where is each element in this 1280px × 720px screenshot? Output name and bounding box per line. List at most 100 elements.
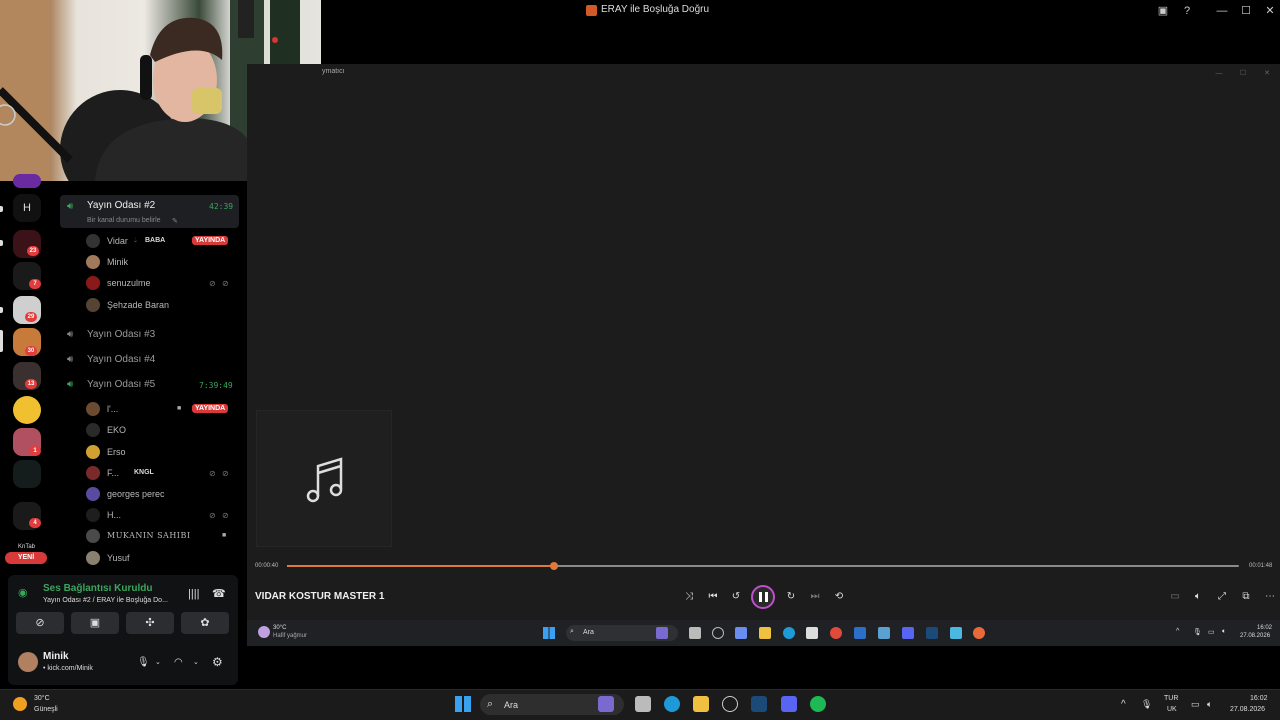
player-minimize-button[interactable]: — bbox=[1211, 66, 1227, 82]
settings-gear-icon[interactable]: ⚙ bbox=[212, 655, 223, 669]
media-player bbox=[247, 64, 1280, 646]
headphones-options-chevron-icon[interactable]: ⌄ bbox=[193, 658, 199, 666]
headphones-icon[interactable]: ◠ bbox=[174, 657, 183, 668]
volume-icon[interactable]: 🔈︎ bbox=[1191, 590, 1205, 604]
keyboard-lang-2[interactable]: UK bbox=[1167, 706, 1177, 713]
speaker-icon: 🔊︎ bbox=[67, 354, 74, 365]
fullscreen-icon[interactable]: ⤢ bbox=[1215, 590, 1229, 604]
inner-chess-icon[interactable] bbox=[712, 627, 724, 639]
inner-file-explorer-icon[interactable] bbox=[759, 627, 771, 639]
chess-icon[interactable] bbox=[722, 696, 738, 712]
volume-icon[interactable]: 🔈︎ bbox=[1207, 699, 1212, 710]
channel-item-yayin-3[interactable]: Yayın Odası #3 bbox=[87, 329, 155, 340]
screen-share-button[interactable]: ▣ bbox=[71, 612, 119, 634]
inner-volume-icon[interactable]: 🔈︎ bbox=[1222, 628, 1226, 636]
inner-discord-icon[interactable] bbox=[902, 627, 914, 639]
disconnect-icon[interactable]: ☎ bbox=[212, 587, 226, 600]
windows-start-icon[interactable] bbox=[455, 696, 471, 712]
server-icon-emoji[interactable] bbox=[13, 396, 41, 424]
server-icon-top[interactable] bbox=[13, 174, 41, 188]
member-name[interactable]: H... bbox=[107, 510, 121, 520]
member-name[interactable]: l'... bbox=[107, 404, 118, 414]
notification-icon[interactable]: ▣ bbox=[1155, 3, 1171, 19]
pause-icon bbox=[758, 592, 762, 602]
network-icon[interactable]: ▭ bbox=[1191, 699, 1200, 710]
inner-windows-start-icon[interactable] bbox=[543, 627, 555, 639]
tray-chevron-icon[interactable]: ^ bbox=[1121, 699, 1126, 710]
server-icon-8[interactable] bbox=[13, 460, 41, 488]
inner-mail-icon[interactable] bbox=[854, 627, 866, 639]
seek-bar[interactable] bbox=[287, 562, 1239, 570]
member-name[interactable]: Şehzade Baran bbox=[107, 300, 169, 310]
help-icon[interactable]: ? bbox=[1179, 3, 1195, 19]
server-icon-h[interactable]: H bbox=[13, 194, 41, 222]
miniplayer-icon[interactable]: ▭ bbox=[1168, 590, 1182, 604]
edge-icon[interactable] bbox=[664, 696, 680, 712]
speaker-icon: 🔊︎ bbox=[67, 329, 74, 340]
member-name[interactable]: senuzulme bbox=[107, 278, 151, 288]
server-badge: 23 bbox=[27, 246, 39, 256]
close-button[interactable]: ✕ bbox=[1262, 3, 1278, 19]
minimize-button[interactable]: — bbox=[1214, 3, 1230, 19]
activities-button[interactable]: ✣ bbox=[126, 612, 174, 634]
inner-edge-icon[interactable] bbox=[783, 627, 795, 639]
more-options-icon[interactable]: ⋯ bbox=[1263, 590, 1277, 604]
inner-tray-chevron-icon[interactable]: ^ bbox=[1176, 628, 1179, 635]
soundboard-button[interactable]: ✿ bbox=[181, 612, 229, 634]
voice-location[interactable]: Yayın Odası #2 / ERAY ile Boşluğa Do... bbox=[43, 597, 168, 604]
inner-notes-icon[interactable] bbox=[950, 627, 962, 639]
member-name[interactable]: georges perec bbox=[107, 489, 165, 499]
steam-icon[interactable] bbox=[751, 696, 767, 712]
member-name[interactable]: MUKANIN SAHIBI bbox=[107, 531, 191, 540]
rewind-icon[interactable]: ↺ bbox=[729, 590, 743, 604]
forward-icon[interactable]: ↻ bbox=[784, 590, 798, 604]
inner-network-icon[interactable]: ▭ bbox=[1208, 628, 1215, 636]
pause-button[interactable] bbox=[751, 585, 775, 609]
repeat-icon[interactable]: ⟲ bbox=[832, 590, 846, 604]
next-track-icon[interactable]: ⏭ bbox=[808, 590, 822, 604]
cast-icon[interactable]: ⧉ bbox=[1239, 590, 1253, 604]
spotify-icon[interactable] bbox=[810, 696, 826, 712]
inner-store-icon[interactable] bbox=[806, 627, 818, 639]
discord-icon[interactable] bbox=[781, 696, 797, 712]
track-title: VIDAR KOSTUR MASTER 1 bbox=[255, 591, 385, 602]
maximize-button[interactable]: ☐ bbox=[1238, 3, 1254, 19]
mic-icon[interactable]: 🎙︎ bbox=[137, 657, 150, 668]
member-name[interactable]: Vidar bbox=[107, 236, 128, 246]
weather-temp: 30°C bbox=[34, 695, 50, 702]
file-explorer-icon[interactable] bbox=[693, 696, 709, 712]
member-name[interactable]: Erso bbox=[107, 447, 126, 457]
inner-media-player-icon[interactable] bbox=[973, 627, 985, 639]
seek-bar-thumb[interactable] bbox=[549, 562, 558, 570]
channel-name: Yayın Odası #2 bbox=[87, 200, 156, 211]
inner-settings-icon[interactable] bbox=[878, 627, 890, 639]
weather-desc: Güneşli bbox=[34, 706, 58, 713]
member-name[interactable]: F... bbox=[107, 468, 119, 478]
inner-chrome-icon[interactable] bbox=[830, 627, 842, 639]
player-maximize-button[interactable]: ☐ bbox=[1235, 66, 1251, 82]
noise-suppression-icon[interactable]: |||| bbox=[188, 588, 199, 600]
previous-track-icon[interactable]: ⏮ bbox=[706, 590, 720, 604]
task-view-icon[interactable] bbox=[635, 696, 651, 712]
inner-widgets-icon[interactable] bbox=[735, 627, 747, 639]
camera-toggle-button[interactable]: ⊘ bbox=[16, 612, 64, 634]
member-name[interactable]: EKO bbox=[107, 425, 126, 435]
clock-time[interactable]: 16:02 bbox=[1250, 695, 1268, 702]
inner-steam-icon[interactable] bbox=[926, 627, 938, 639]
channel-item-yayin-4[interactable]: Yayın Odası #4 bbox=[87, 354, 155, 365]
shuffle-icon[interactable]: ⤨ bbox=[682, 590, 696, 604]
player-close-button[interactable]: ✕ bbox=[1259, 66, 1275, 82]
inner-mic-icon[interactable]: 🎙︎ bbox=[1193, 628, 1202, 636]
inner-task-view-icon[interactable] bbox=[689, 627, 701, 639]
mic-options-chevron-icon[interactable]: ⌄ bbox=[155, 658, 161, 666]
member-tag: BABA bbox=[145, 237, 166, 244]
keyboard-lang-1[interactable]: TUR bbox=[1164, 695, 1178, 702]
server-label: KnTab bbox=[18, 544, 36, 550]
channel-item-yayin-5[interactable]: Yayın Odası #5 bbox=[87, 379, 155, 390]
member-name[interactable]: Minik bbox=[107, 257, 128, 267]
member-name[interactable]: Yusuf bbox=[107, 553, 130, 563]
clock-date[interactable]: 27.08.2026 bbox=[1230, 706, 1265, 713]
edit-status-icon[interactable]: ✎ bbox=[172, 217, 178, 225]
user-avatar[interactable] bbox=[18, 652, 38, 672]
tray-mic-icon[interactable]: 🎙︎ bbox=[1141, 699, 1152, 710]
